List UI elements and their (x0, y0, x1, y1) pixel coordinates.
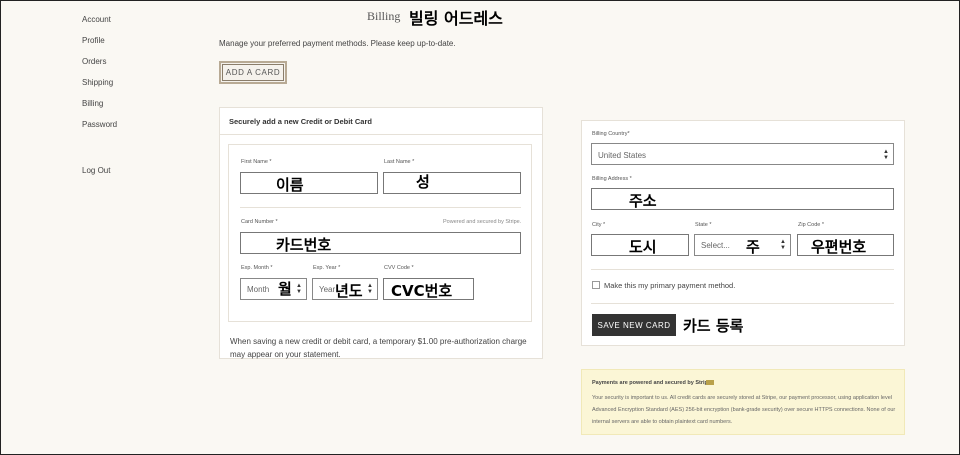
exp-month-value: Month (247, 285, 270, 294)
exp-year-annotation: 년도 (335, 282, 363, 300)
divider (240, 207, 521, 208)
divider (591, 269, 894, 270)
first-name-annotation: 이름 (276, 176, 304, 194)
city-label: City * (592, 222, 606, 228)
preauth-note: When saving a new credit or debit card, … (230, 337, 527, 359)
state-label: State * (695, 222, 712, 228)
cvv-annotation: CVC번호 (391, 282, 453, 300)
billing-country-value: United States (598, 151, 647, 160)
stripe-info-title: Payments are powered and secured by Stri… (592, 380, 711, 386)
primary-method-label: Make this my primary payment method. (604, 281, 736, 290)
sidebar-item-orders[interactable]: Orders (82, 57, 106, 66)
page-title: Billing (367, 9, 401, 23)
powered-by-stripe: Powered and secured by Stripe. (443, 219, 522, 225)
billing-country-select[interactable]: United States ▲ ▼ (591, 143, 894, 165)
chevron-updown-icon: ▲ ▼ (367, 283, 373, 295)
state-annotation: 주 (746, 238, 760, 256)
billing-address-annotation: 주소 (629, 192, 657, 210)
billing-address-label: Billing Address * (592, 176, 632, 182)
primary-method-checkbox[interactable] (592, 281, 600, 289)
billing-country-label: Billing Country* (592, 131, 630, 137)
sidebar-item-profile[interactable]: Profile (82, 36, 105, 45)
exp-month-label: Exp. Month * (241, 265, 273, 271)
exp-month-select[interactable]: Month ▲ ▼ (240, 278, 307, 300)
chevron-updown-icon: ▲ ▼ (296, 283, 302, 295)
city-annotation: 도시 (629, 238, 657, 256)
zip-label: Zip Code * (798, 222, 824, 228)
cvv-label: CVV Code * (384, 265, 414, 271)
last-name-label: Last Name * (384, 159, 415, 165)
last-name-input[interactable] (383, 172, 521, 194)
save-new-card-button[interactable]: SAVE NEW CARD (592, 314, 676, 336)
title-annotation: 빌링 어드레스 (409, 9, 503, 28)
chevron-updown-icon: ▲ ▼ (780, 239, 786, 251)
logout-link[interactable]: Log Out (82, 166, 110, 175)
state-select[interactable]: Select... ▲ ▼ (694, 234, 791, 256)
exp-year-label: Exp. Year * (313, 265, 341, 271)
stripe-badge-icon (706, 380, 714, 385)
add-card-button[interactable]: ADD A CARD (219, 61, 287, 84)
card-panel-heading: Securely add a new Credit or Debit Card (219, 107, 543, 135)
sidebar-item-shipping[interactable]: Shipping (82, 78, 113, 87)
stripe-info-body: Your security is important to us. All cr… (592, 395, 896, 425)
card-number-annotation: 카드번호 (276, 236, 332, 254)
divider (591, 303, 894, 304)
last-name-annotation: 성 (416, 173, 430, 191)
first-name-label: First Name * (241, 159, 272, 165)
intro-text: Manage your preferred payment methods. P… (219, 39, 456, 48)
sidebar-item-billing[interactable]: Billing (82, 99, 103, 108)
sidebar-item-account[interactable]: Account (82, 15, 111, 24)
zip-annotation: 우편번호 (811, 238, 867, 256)
first-name-input[interactable] (240, 172, 378, 194)
exp-year-value: Year (319, 285, 336, 294)
state-value: Select... (701, 241, 730, 250)
chevron-updown-icon: ▲ ▼ (883, 149, 889, 161)
save-annotation: 카드 등록 (683, 317, 744, 335)
exp-month-annotation: 월 (278, 280, 292, 298)
sidebar-item-password[interactable]: Password (82, 120, 117, 129)
card-number-label: Card Number * (241, 219, 278, 225)
